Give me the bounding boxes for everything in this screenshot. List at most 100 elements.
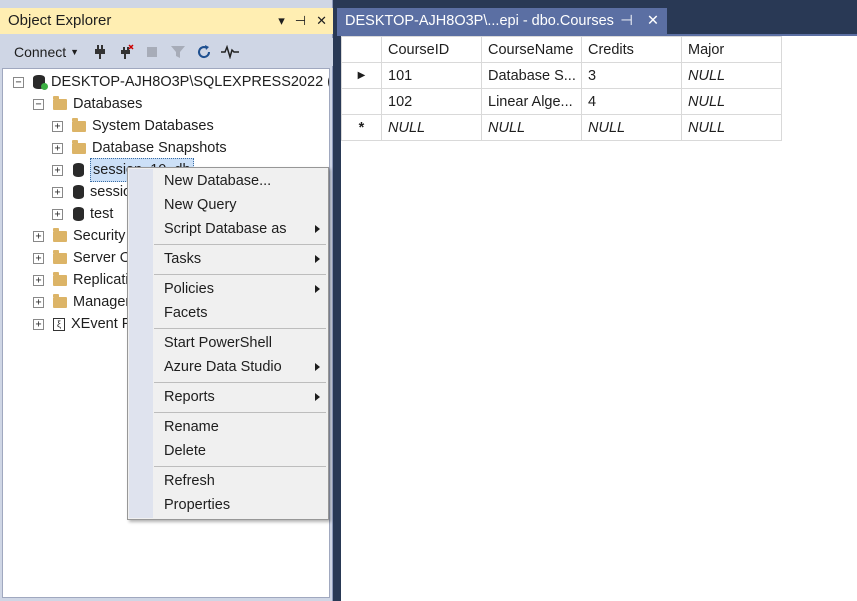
grid-cell[interactable]: NULL [681, 114, 782, 141]
tree-node-security[interactable]: + Security [33, 225, 125, 247]
column-header[interactable]: Major [681, 36, 782, 63]
tree-node-database-snapshots[interactable]: + Database Snapshots [52, 137, 227, 159]
grid-cell[interactable]: Linear Alge... [481, 88, 582, 115]
menu-item-delete[interactable]: Delete [128, 439, 328, 463]
tree-label: Databases [73, 96, 143, 112]
menu-separator [154, 466, 326, 467]
grid-cell[interactable]: NULL [681, 62, 782, 89]
tree-node-replication[interactable]: + Replicati [33, 269, 129, 291]
submenu-arrow-icon [315, 225, 320, 233]
document-area: DESKTOP-AJH8O3P\...epi - dbo.Courses ⊣ ✕… [335, 0, 857, 601]
menu-item-refresh[interactable]: Refresh [128, 469, 328, 493]
expand-toggle-icon[interactable]: + [33, 230, 44, 242]
menu-separator [154, 412, 326, 413]
tree-label: Database Snapshots [92, 140, 227, 156]
menu-item-tasks[interactable]: Tasks [128, 247, 328, 271]
submenu-arrow-icon [315, 393, 320, 401]
activity-monitor-icon[interactable] [217, 40, 243, 64]
tree-node-system-databases[interactable]: + System Databases [52, 115, 214, 137]
chevron-down-icon: ▼ [70, 47, 80, 57]
column-header[interactable]: Credits [581, 36, 682, 63]
grid-cell[interactable]: NULL [481, 114, 582, 141]
tree-label: XEvent P [71, 316, 132, 332]
corner-cell[interactable] [341, 36, 382, 63]
close-tab-icon[interactable]: ✕ [647, 8, 659, 34]
tree-node-xevent-profiler[interactable]: + ξ XEvent P [33, 313, 131, 335]
grid-cell[interactable]: 101 [381, 62, 482, 89]
close-icon[interactable]: ✕ [316, 8, 327, 34]
context-menu: New Database... New Query Script Databas… [127, 167, 329, 520]
tree-node-databases[interactable]: − Databases [33, 93, 142, 115]
tree-node-server[interactable]: − DESKTOP-AJH8O3P\SQLEXPRESS2022 (SQ [13, 71, 329, 93]
tree-label: sessio [90, 184, 132, 200]
menu-separator [154, 244, 326, 245]
menu-item-facets[interactable]: Facets [128, 301, 328, 325]
table-row-new[interactable]: * NULL NULL NULL NULL [341, 114, 782, 141]
grid-cell[interactable]: NULL [581, 114, 682, 141]
auto-hide-pin-icon[interactable]: ⊣ [295, 8, 306, 34]
table-grid-area: CourseID CourseName Credits Major ▶ 101 … [341, 36, 857, 601]
menu-item-label: Delete [164, 443, 206, 459]
tree-label: System Databases [92, 118, 214, 134]
collapse-toggle-icon[interactable]: − [13, 76, 24, 88]
menu-item-new-query[interactable]: New Query [128, 193, 328, 217]
tree-node-server-objects[interactable]: + Server O [33, 247, 131, 269]
document-tab-courses[interactable]: DESKTOP-AJH8O3P\...epi - dbo.Courses ⊣ ✕ [337, 8, 667, 34]
connect-plug-icon[interactable] [87, 40, 113, 64]
expand-toggle-icon[interactable]: + [33, 274, 44, 286]
menu-item-label: Properties [164, 497, 231, 513]
collapse-toggle-icon[interactable]: − [33, 98, 44, 110]
menu-item-script-database-as[interactable]: Script Database as [128, 217, 328, 241]
object-explorer-title-bar: Object Explorer ▾ ⊣ ✕ [0, 8, 333, 34]
menu-item-azure-data-studio[interactable]: Azure Data Studio [128, 355, 328, 379]
tree-node-session-db-2[interactable]: + sessio [52, 181, 131, 203]
tree-node-management[interactable]: + Manager [33, 291, 130, 313]
grid-cell[interactable]: 3 [581, 62, 682, 89]
menu-item-label: New Query [164, 197, 237, 213]
expand-toggle-icon[interactable]: + [52, 186, 63, 198]
menu-item-label: Azure Data Studio [164, 359, 282, 375]
expand-toggle-icon[interactable]: + [33, 296, 44, 308]
grid-cell[interactable]: NULL [381, 114, 482, 141]
column-header[interactable]: CourseID [381, 36, 482, 63]
menu-separator [154, 274, 326, 275]
table-row[interactable]: 102 Linear Alge... 4 NULL [341, 88, 782, 115]
menu-item-start-powershell[interactable]: Start PowerShell [128, 331, 328, 355]
window-position-dropdown-icon[interactable]: ▾ [278, 8, 285, 34]
expand-toggle-icon[interactable]: + [52, 208, 63, 220]
menu-item-new-database[interactable]: New Database... [128, 169, 328, 193]
pin-tab-icon[interactable]: ⊣ [620, 8, 633, 34]
refresh-icon[interactable] [191, 40, 217, 64]
new-row-marker[interactable]: * [341, 114, 382, 141]
row-selector[interactable] [341, 88, 382, 115]
row-selector-current-icon[interactable]: ▶ [341, 62, 382, 89]
column-header[interactable]: CourseName [481, 36, 582, 63]
database-icon [73, 185, 84, 199]
connect-dropdown-button[interactable]: Connect ▼ [6, 40, 87, 64]
grid-cell[interactable]: 4 [581, 88, 682, 115]
grid-cell[interactable]: 102 [381, 88, 482, 115]
results-grid: CourseID CourseName Credits Major ▶ 101 … [341, 36, 782, 141]
expand-toggle-icon[interactable]: + [52, 120, 63, 132]
menu-item-rename[interactable]: Rename [128, 415, 328, 439]
expand-toggle-icon[interactable]: + [33, 318, 44, 330]
grid-cell[interactable]: Database S... [481, 62, 582, 89]
expand-toggle-icon[interactable]: + [33, 252, 44, 264]
table-row[interactable]: ▶ 101 Database S... 3 NULL [341, 62, 782, 89]
grid-cell[interactable]: NULL [681, 88, 782, 115]
menu-item-label: Tasks [164, 251, 202, 267]
menu-item-policies[interactable]: Policies [128, 277, 328, 301]
folder-icon [53, 271, 67, 286]
submenu-arrow-icon [315, 363, 320, 371]
menu-item-properties[interactable]: Properties [128, 493, 328, 517]
menu-item-reports[interactable]: Reports [128, 385, 328, 409]
stop-icon[interactable] [139, 40, 165, 64]
tree-label: Manager [73, 294, 131, 310]
disconnect-plug-icon[interactable] [113, 40, 139, 64]
folder-icon [72, 139, 86, 154]
expand-toggle-icon[interactable]: + [52, 164, 63, 176]
expand-toggle-icon[interactable]: + [52, 142, 63, 154]
menu-item-label: New Database... [164, 173, 272, 189]
tree-node-test[interactable]: + test [52, 203, 113, 225]
filter-icon[interactable] [165, 40, 191, 64]
